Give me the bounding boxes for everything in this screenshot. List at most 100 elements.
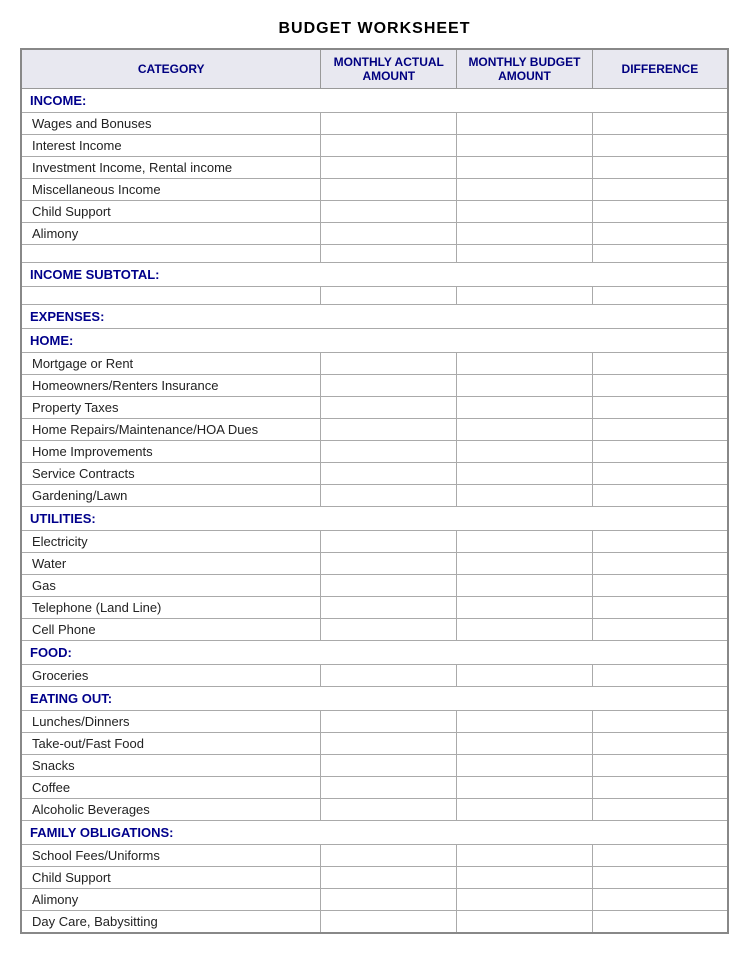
diff-cell[interactable] <box>592 665 728 687</box>
amount-cell[interactable] <box>321 733 457 755</box>
amount-cell[interactable] <box>321 201 457 223</box>
category-cell: Take-out/Fast Food <box>21 733 321 755</box>
diff-cell[interactable] <box>592 845 728 867</box>
amount-cell[interactable] <box>457 463 593 485</box>
amount-cell[interactable] <box>321 441 457 463</box>
diff-cell[interactable] <box>592 397 728 419</box>
amount-cell[interactable] <box>457 755 593 777</box>
category-cell: Homeowners/Renters Insurance <box>21 375 321 397</box>
amount-cell[interactable] <box>457 441 593 463</box>
amount-cell[interactable] <box>321 867 457 889</box>
diff-cell[interactable] <box>592 711 728 733</box>
table-row: Home Repairs/Maintenance/HOA Dues <box>21 419 728 441</box>
amount-cell[interactable] <box>321 531 457 553</box>
diff-cell[interactable] <box>592 867 728 889</box>
diff-cell[interactable] <box>592 157 728 179</box>
diff-cell[interactable] <box>592 113 728 135</box>
section-header-row: INCOME: <box>21 89 728 113</box>
amount-cell[interactable] <box>321 397 457 419</box>
diff-cell[interactable] <box>592 353 728 375</box>
amount-cell[interactable] <box>457 867 593 889</box>
amount-cell[interactable] <box>457 397 593 419</box>
amount-cell[interactable] <box>457 845 593 867</box>
diff-cell[interactable] <box>592 531 728 553</box>
empty-row <box>21 245 728 263</box>
diff-cell[interactable] <box>592 553 728 575</box>
amount-cell[interactable] <box>457 179 593 201</box>
amount-cell[interactable] <box>457 799 593 821</box>
amount-cell[interactable] <box>321 375 457 397</box>
amount-cell[interactable] <box>457 889 593 911</box>
amount-cell[interactable] <box>457 485 593 507</box>
amount-cell[interactable] <box>321 799 457 821</box>
amount-cell[interactable] <box>457 375 593 397</box>
amount-cell[interactable] <box>321 889 457 911</box>
diff-cell[interactable] <box>592 441 728 463</box>
category-cell: Property Taxes <box>21 397 321 419</box>
diff-cell[interactable] <box>592 463 728 485</box>
amount-cell[interactable] <box>321 419 457 441</box>
amount-cell[interactable] <box>321 135 457 157</box>
amount-cell[interactable] <box>321 353 457 375</box>
amount-cell[interactable] <box>321 845 457 867</box>
diff-cell[interactable] <box>592 419 728 441</box>
diff-cell[interactable] <box>592 911 728 934</box>
amount-cell[interactable] <box>321 619 457 641</box>
diff-cell[interactable] <box>592 135 728 157</box>
amount-cell[interactable] <box>457 575 593 597</box>
amount-cell[interactable] <box>457 553 593 575</box>
amount-cell[interactable] <box>321 485 457 507</box>
amount-cell[interactable] <box>321 463 457 485</box>
amount-cell[interactable] <box>457 157 593 179</box>
amount-cell[interactable] <box>457 711 593 733</box>
diff-cell[interactable] <box>592 223 728 245</box>
amount-cell[interactable] <box>321 553 457 575</box>
amount-cell[interactable] <box>457 777 593 799</box>
amount-cell[interactable] <box>321 711 457 733</box>
diff-cell[interactable] <box>592 485 728 507</box>
amount-cell[interactable] <box>457 665 593 687</box>
table-row: School Fees/Uniforms <box>21 845 728 867</box>
diff-cell[interactable] <box>592 619 728 641</box>
diff-cell[interactable] <box>592 733 728 755</box>
amount-cell[interactable] <box>321 755 457 777</box>
amount-cell[interactable] <box>457 113 593 135</box>
amount-cell[interactable] <box>321 179 457 201</box>
amount-cell[interactable] <box>321 911 457 934</box>
diff-cell[interactable] <box>592 201 728 223</box>
section-header-row: INCOME SUBTOTAL: <box>21 263 728 287</box>
diff-cell[interactable] <box>592 755 728 777</box>
amount-cell[interactable] <box>457 733 593 755</box>
amount-cell[interactable] <box>457 597 593 619</box>
amount-cell[interactable] <box>321 157 457 179</box>
table-row: Electricity <box>21 531 728 553</box>
amount-cell[interactable] <box>321 113 457 135</box>
amount-cell[interactable] <box>457 419 593 441</box>
amount-cell[interactable] <box>457 223 593 245</box>
table-row: Home Improvements <box>21 441 728 463</box>
amount-cell[interactable] <box>457 201 593 223</box>
diff-cell[interactable] <box>592 799 728 821</box>
category-cell: Home Repairs/Maintenance/HOA Dues <box>21 419 321 441</box>
amount-cell[interactable] <box>457 911 593 934</box>
category-cell: Child Support <box>21 201 321 223</box>
table-row: Alcoholic Beverages <box>21 799 728 821</box>
amount-cell[interactable] <box>321 223 457 245</box>
diff-cell[interactable] <box>592 597 728 619</box>
amount-cell[interactable] <box>321 777 457 799</box>
category-cell: Telephone (Land Line) <box>21 597 321 619</box>
amount-cell[interactable] <box>321 575 457 597</box>
diff-cell[interactable] <box>592 575 728 597</box>
diff-cell[interactable] <box>592 179 728 201</box>
amount-cell[interactable] <box>321 597 457 619</box>
section-label: INCOME: <box>21 89 728 113</box>
amount-cell[interactable] <box>457 619 593 641</box>
diff-cell[interactable] <box>592 777 728 799</box>
diff-cell[interactable] <box>592 375 728 397</box>
amount-cell[interactable] <box>321 665 457 687</box>
amount-cell[interactable] <box>457 135 593 157</box>
diff-cell[interactable] <box>592 889 728 911</box>
table-row: Child Support <box>21 201 728 223</box>
amount-cell[interactable] <box>457 353 593 375</box>
amount-cell[interactable] <box>457 531 593 553</box>
